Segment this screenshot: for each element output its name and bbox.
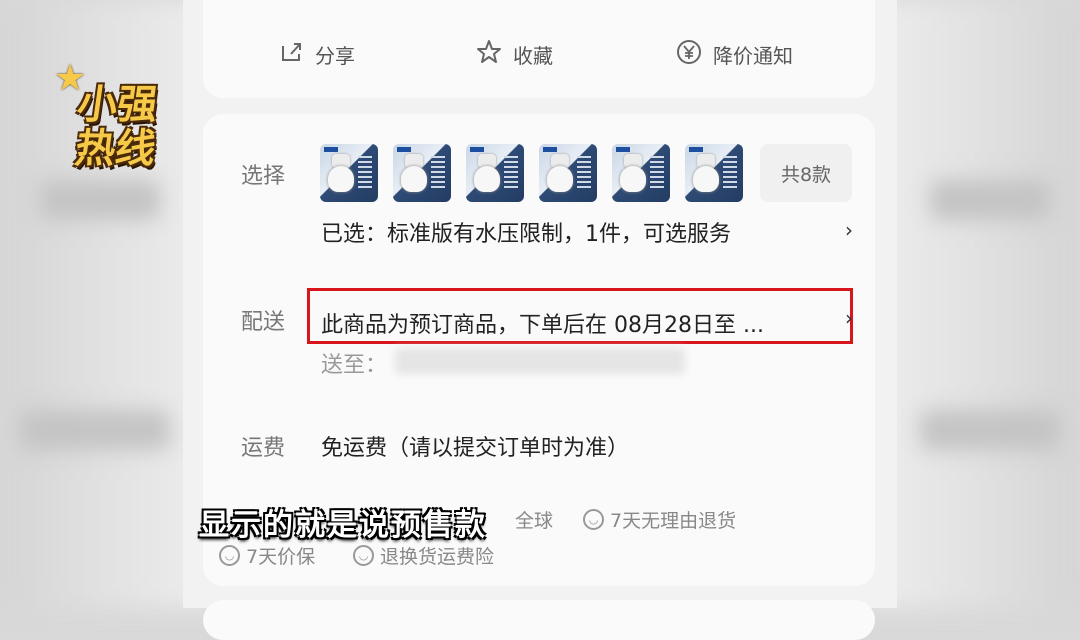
ship-to-label: 送至： — [321, 353, 388, 378]
service-return-insurance-label: 退换货运费险 — [380, 546, 495, 568]
favorite-button[interactable]: 收藏 — [475, 38, 553, 71]
variant-thumbnail[interactable] — [320, 144, 378, 202]
smile-icon: ◡ — [353, 545, 374, 566]
variant-count-chip[interactable]: 共8款 — [760, 144, 852, 202]
service-price-protect: ◡ 7天价保 — [219, 542, 315, 569]
smile-icon: ◡ — [583, 509, 604, 530]
share-label: 分享 — [315, 44, 355, 68]
service-return: ◡ 7天无理由退货 — [583, 506, 736, 533]
shipping-fee-value: 免运费（请以提交订单时为准） — [321, 436, 630, 461]
preorder-notice[interactable]: 此商品为预订商品，下单后在 08月28日至 ... — [321, 307, 764, 339]
share-button[interactable]: 分享 — [277, 38, 355, 71]
blurred-shape — [930, 180, 1050, 220]
blurred-shape — [20, 410, 170, 450]
variant-thumbnail[interactable] — [539, 144, 597, 202]
selected-variant-text[interactable]: 已选：标准版有水压限制，1件，可选服务 — [321, 216, 731, 248]
chevron-right-icon[interactable]: › — [845, 218, 853, 242]
variant-thumbnail[interactable] — [393, 144, 451, 202]
shipping-fee-label: 运费 — [241, 436, 286, 461]
share-icon — [277, 38, 305, 71]
blurred-address[interactable] — [395, 348, 685, 374]
logo-text-bottom: 热线 — [72, 126, 159, 172]
service-price-protect-label: 7天价保 — [246, 546, 316, 568]
yen-circle-icon — [675, 38, 703, 71]
next-card — [203, 600, 875, 640]
price-alert-button[interactable]: 降价通知 — [675, 38, 793, 71]
smile-icon: ◡ — [219, 545, 240, 566]
action-card: 分享 收藏 降价通知 — [203, 0, 875, 98]
delivery-row-label: 配送 — [241, 310, 286, 335]
chevron-right-icon[interactable]: › — [845, 306, 853, 330]
blurred-background-right — [870, 0, 1080, 608]
variant-thumbnail[interactable] — [466, 144, 524, 202]
service-global: 全球 — [515, 506, 553, 533]
variant-thumbnails — [320, 144, 743, 202]
channel-logo: ★ 小强 热线 — [54, 58, 169, 173]
price-alert-label: 降价通知 — [713, 44, 793, 68]
service-return-label: 7天无理由退货 — [610, 510, 737, 532]
select-row-label: 选择 — [241, 164, 286, 189]
blurred-shape — [920, 410, 1060, 450]
service-global-label: 全球 — [515, 510, 554, 532]
variant-thumbnail[interactable] — [685, 144, 743, 202]
variant-thumbnail[interactable] — [612, 144, 670, 202]
service-return-insurance: ◡ 退换货运费险 — [353, 542, 494, 569]
favorite-label: 收藏 — [513, 44, 553, 68]
video-subtitle: 显示的就是说预售款 — [199, 508, 487, 543]
star-icon — [475, 38, 503, 71]
blurred-shape — [40, 180, 160, 220]
